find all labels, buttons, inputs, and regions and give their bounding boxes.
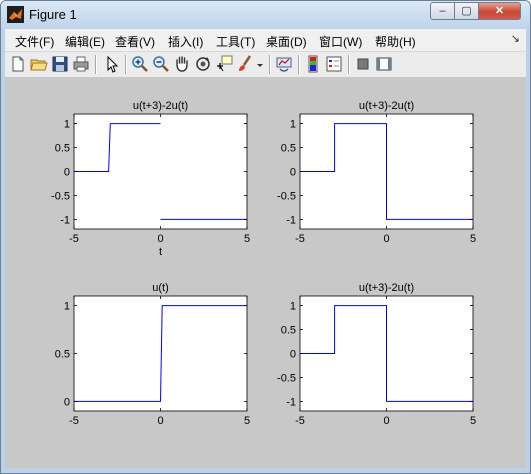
menu-help[interactable]: 帮助(H) <box>375 33 416 50</box>
save-icon[interactable] <box>50 54 70 74</box>
dock-arrow-icon[interactable]: ↘ <box>511 32 520 45</box>
x-tick-label: 0 <box>383 233 389 245</box>
axes-top-left[interactable]: -5 0 5 1 0.5 0 -0.5 -1 u(t+3)-2u(t) t <box>51 100 250 258</box>
figure-toolbar <box>5 52 526 78</box>
x-tick-label: 0 <box>157 415 163 427</box>
close-button[interactable]: ✕ <box>478 2 521 20</box>
y-tick-label: 0.5 <box>281 325 296 337</box>
y-tick-label: -1 <box>286 214 296 226</box>
y-tick-label: 0.5 <box>55 349 70 361</box>
toolbar-separator <box>269 55 271 74</box>
x-axis-label: t <box>159 246 162 258</box>
maximize-icon: ▢ <box>461 5 472 17</box>
brush-icon[interactable] <box>235 54 255 74</box>
x-tick-label: -5 <box>295 415 305 427</box>
y-tick-label: -1 <box>286 396 296 408</box>
y-tick-label: 1 <box>64 119 70 131</box>
y-tick-label: 0 <box>64 396 70 408</box>
x-tick-label: -5 <box>69 233 79 245</box>
y-tick-label: -0.5 <box>277 190 296 202</box>
menu-desktop[interactable]: 桌面(D) <box>266 33 307 50</box>
data-cursor-icon[interactable] <box>214 54 234 74</box>
edit-plot-arrow-icon[interactable] <box>101 54 121 74</box>
toolbar-separator <box>95 55 97 74</box>
menu-file[interactable]: 文件(F) <box>15 33 54 50</box>
y-tick-label: 1 <box>290 301 296 313</box>
y-tick-label: 0.5 <box>281 143 296 155</box>
print-icon[interactable] <box>71 54 91 74</box>
maximize-button[interactable]: ▢ <box>454 2 479 20</box>
figure-window: Figure 1 – ▢ ✕ 文件(F) 编辑(E) 查看(V) 插入(I) 工… <box>0 0 531 474</box>
show-plot-tools-icon[interactable] <box>374 54 394 74</box>
menu-edit[interactable]: 编辑(E) <box>65 33 105 50</box>
minimize-button[interactable]: – <box>430 2 455 20</box>
insert-colorbar-icon[interactable] <box>303 54 323 74</box>
title-bar[interactable]: Figure 1 – ▢ ✕ <box>1 1 530 29</box>
x-tick-label: 5 <box>244 415 250 427</box>
y-tick-label: 1 <box>290 119 296 131</box>
x-tick-label: -5 <box>69 415 79 427</box>
zoom-in-icon[interactable] <box>130 54 150 74</box>
axes-bottom-left[interactable]: -5 0 5 1 0.5 0 u(t) <box>55 282 250 427</box>
x-tick-label: -5 <box>295 233 305 245</box>
y-tick-label: 0 <box>290 349 296 361</box>
open-file-icon[interactable] <box>29 54 49 74</box>
menu-insert[interactable]: 插入(I) <box>168 33 203 50</box>
window-title: Figure 1 <box>29 7 77 22</box>
y-tick-label: -1 <box>60 214 70 226</box>
insert-legend-icon[interactable] <box>324 54 344 74</box>
brush-dropdown-icon[interactable] <box>255 54 265 74</box>
y-tick-label: 0 <box>64 167 70 179</box>
menu-view[interactable]: 查看(V) <box>115 33 155 50</box>
x-tick-label: 0 <box>383 415 389 427</box>
minimize-icon: – <box>439 5 446 17</box>
x-tick-label: 5 <box>244 233 250 245</box>
link-plot-icon[interactable] <box>274 54 294 74</box>
plot-title: u(t+3)-2u(t) <box>359 100 414 112</box>
hide-plot-tools-icon[interactable] <box>353 54 373 74</box>
y-tick-label: 0 <box>290 167 296 179</box>
rotate-3d-icon[interactable] <box>193 54 213 74</box>
menu-tools[interactable]: 工具(T) <box>216 33 255 50</box>
close-icon: ✕ <box>494 5 505 17</box>
y-tick-label: -0.5 <box>51 190 70 202</box>
y-tick-label: 1 <box>64 301 70 313</box>
x-tick-label: 5 <box>470 233 476 245</box>
menu-window[interactable]: 窗口(W) <box>319 33 362 50</box>
toolbar-separator <box>298 55 300 74</box>
axes-bottom-right[interactable]: -5 0 5 1 0.5 0 -0.5 -1 u(t+3)-2u(t) <box>277 282 476 427</box>
matlab-logo-icon <box>7 6 24 23</box>
axes-top-right[interactable]: -5 0 5 1 0.5 0 -0.5 -1 u(t+3)-2u(t) <box>277 100 476 245</box>
y-tick-label: 0.5 <box>55 143 70 155</box>
toolbar-separator <box>348 55 350 74</box>
plot-title: u(t+3)-2u(t) <box>359 282 414 294</box>
plot-title: u(t) <box>152 282 169 294</box>
pan-hand-icon[interactable] <box>172 54 192 74</box>
plots-svg: -5 0 5 1 0.5 0 -0.5 -1 u(t+3)-2u(t) t -5 0 5 1 0.5 0 -0… <box>51 100 476 427</box>
x-tick-label: 0 <box>157 233 163 245</box>
x-tick-label: 5 <box>470 415 476 427</box>
zoom-out-icon[interactable] <box>151 54 171 74</box>
menu-bar: 文件(F) 编辑(E) 查看(V) 插入(I) 工具(T) 桌面(D) 窗口(W… <box>5 29 526 52</box>
toolbar-separator <box>125 55 127 74</box>
new-figure-icon[interactable] <box>8 54 28 74</box>
y-tick-label: -0.5 <box>277 372 296 384</box>
figure-canvas: -5 0 5 1 0.5 0 -0.5 -1 u(t+3)-2u(t) t -5 0 5 1 0.5 0 -0… <box>5 78 526 468</box>
plot-title: u(t+3)-2u(t) <box>133 100 188 112</box>
